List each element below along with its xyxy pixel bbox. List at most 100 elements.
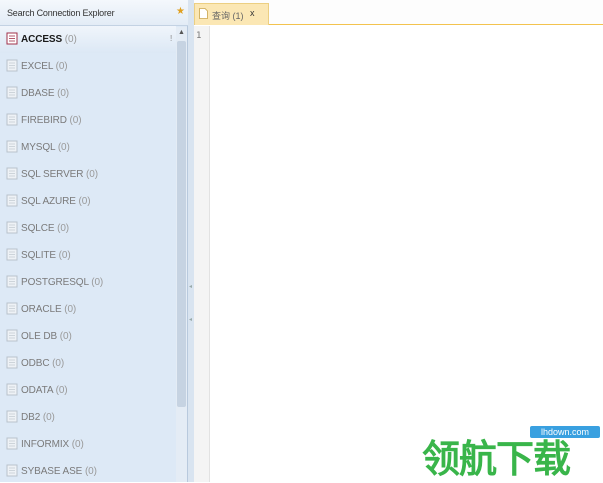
connection-item-label: ORACLE (0) (21, 304, 76, 315)
connection-item-access[interactable]: ACCESS (0)! (0, 26, 176, 53)
sqlce-icon (6, 221, 18, 234)
connection-item-label: ACCESS (0) (21, 34, 77, 45)
connection-item-dbase[interactable]: DBASE (0) (0, 80, 176, 107)
watermark-site: lhdown.com (530, 426, 600, 438)
connection-type-name: ODATA (21, 385, 53, 396)
connection-count: (0) (52, 61, 68, 72)
scroll-up-arrow-icon[interactable]: ▲ (176, 27, 187, 39)
connection-type-name: SYBASE ASE (21, 466, 83, 477)
connection-count: (0) (54, 223, 70, 234)
connection-list: ACCESS (0)! EXCEL (0) DBASE (0) FIREBIRD (0… (0, 26, 176, 482)
connection-item-label: MYSQL (0) (21, 142, 70, 153)
access-icon (6, 32, 18, 45)
mysql-icon (6, 140, 18, 153)
excel-icon (6, 59, 18, 72)
line-number: 1 (196, 31, 202, 41)
connection-item-label: DB2 (0) (21, 412, 55, 423)
connection-item-sqlite[interactable]: SQLITE (0) (0, 242, 176, 269)
connection-type-name: OLE DB (21, 331, 58, 342)
db2-icon (6, 410, 18, 423)
connection-item-label: SYBASE ASE (0) (21, 466, 97, 477)
connection-item-sybase-ase[interactable]: SYBASE ASE (0) (0, 458, 176, 482)
connection-type-name: SQL AZURE (21, 196, 76, 207)
connection-type-name: MYSQL (21, 142, 56, 153)
connection-item-label: SQLITE (0) (21, 250, 71, 261)
connection-type-name: SQLCE (21, 223, 55, 234)
connection-item-label: SQL AZURE (0) (21, 196, 91, 207)
connection-count: (0) (66, 115, 82, 126)
connection-item-label: DBASE (0) (21, 88, 69, 99)
explorer-title: Search Connection Explorer (7, 8, 115, 18)
informix-icon (6, 437, 18, 450)
connection-item-firebird[interactable]: FIREBIRD (0) (0, 107, 176, 134)
splitter-grip-icon: ◂ (189, 317, 193, 323)
document-icon (199, 8, 208, 19)
connection-item-label: FIREBIRD (0) (21, 115, 82, 126)
connection-item-mysql[interactable]: MYSQL (0) (0, 134, 176, 161)
splitter-grip-icon: ◂ (189, 284, 193, 290)
tab-bar: 查询 (1) x (194, 0, 603, 25)
connection-count: (0) (62, 34, 77, 45)
connection-count: (0) (49, 358, 65, 369)
connection-type-name: SQL SERVER (21, 169, 84, 180)
connection-item-odata[interactable]: ODATA (0) (0, 377, 176, 404)
oracle-icon (6, 302, 18, 315)
connection-item-label: POSTGRESQL (0) (21, 277, 103, 288)
connection-item-ole-db[interactable]: OLE DB (0) (0, 323, 176, 350)
connection-item-label: EXCEL (0) (21, 61, 68, 72)
sqlite-icon (6, 248, 18, 261)
connection-type-name: DB2 (21, 412, 41, 423)
connection-item-sql-azure[interactable]: SQL AZURE (0) (0, 188, 176, 215)
connection-type-name: POSTGRESQL (21, 277, 89, 288)
connection-type-name: ACCESS (21, 34, 63, 45)
scroll-thumb[interactable] (177, 41, 186, 407)
connection-count: (0) (75, 196, 91, 207)
connection-item-label: SQLCE (0) (21, 223, 69, 234)
connection-count: (0) (69, 439, 84, 450)
connection-count: (0) (55, 250, 71, 261)
connection-item-db2[interactable]: DB2 (0) (0, 404, 176, 431)
connection-type-name: FIREBIRD (21, 115, 67, 126)
dbase-icon (6, 86, 18, 99)
sybase-ase-icon (6, 464, 18, 477)
line-number-gutter: 1 (194, 26, 210, 482)
connection-type-name: DBASE (21, 88, 55, 99)
connection-explorer-panel: Search Connection Explorer ★ ACCESS (0)!… (0, 0, 188, 482)
connection-item-label: OLE DB (0) (21, 331, 72, 342)
connection-count: (0) (55, 142, 70, 153)
connection-item-odbc[interactable]: ODBC (0) (0, 350, 176, 377)
connection-type-name: ORACLE (21, 304, 62, 315)
explorer-header: Search Connection Explorer ★ (0, 0, 188, 26)
query-editor[interactable] (210, 26, 603, 482)
sql-azure-icon (6, 194, 18, 207)
postgresql-icon (6, 275, 18, 288)
connection-item-sql-server[interactable]: SQL SERVER (0) (0, 161, 176, 188)
tab-query[interactable]: 查询 (1) x (194, 3, 269, 25)
sql-server-icon (6, 167, 18, 180)
connection-item-oracle[interactable]: ORACLE (0) (0, 296, 176, 323)
ole-db-icon (6, 329, 18, 342)
odbc-icon (6, 356, 18, 369)
pin-icon[interactable]: ★ (176, 6, 185, 17)
connection-count: (0) (54, 88, 70, 99)
selected-marker: ! (170, 34, 173, 43)
firebird-icon (6, 113, 18, 126)
connection-type-name: SQLITE (21, 250, 56, 261)
connection-count: (0) (40, 412, 55, 423)
watermark-logo: 领航下载 lhdown.com (420, 424, 602, 481)
odata-icon (6, 383, 18, 396)
connection-count: (0) (52, 385, 68, 396)
connection-item-excel[interactable]: EXCEL (0) (0, 53, 176, 80)
connection-item-sqlce[interactable]: SQLCE (0) (0, 215, 176, 242)
connection-type-name: INFORMIX (21, 439, 70, 450)
connection-count: (0) (88, 277, 104, 288)
connection-item-label: INFORMIX (0) (21, 439, 84, 450)
connection-item-informix[interactable]: INFORMIX (0) (0, 431, 176, 458)
connection-item-label: ODATA (0) (21, 385, 68, 396)
explorer-scrollbar[interactable]: ▲ (176, 27, 187, 482)
connection-count: (0) (83, 169, 98, 180)
tab-close-icon[interactable]: x (250, 8, 255, 18)
connection-item-postgresql[interactable]: POSTGRESQL (0) (0, 269, 176, 296)
connection-item-label: ODBC (0) (21, 358, 64, 369)
connection-item-label: SQL SERVER (0) (21, 169, 98, 180)
